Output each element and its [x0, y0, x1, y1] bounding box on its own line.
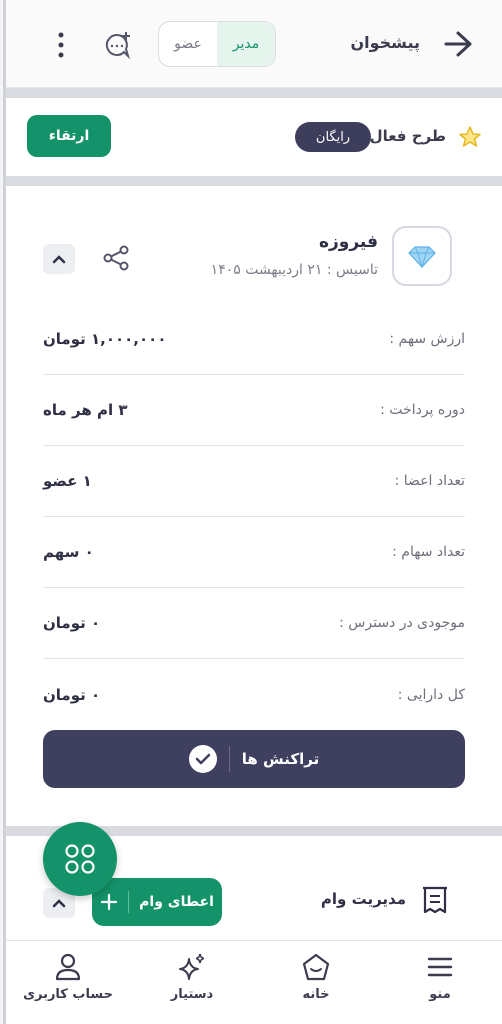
bottom-nav: منو خانه دستیار حساب کاربری [6, 940, 502, 1024]
detail-value: ۳ ام هر ماه [43, 401, 128, 419]
nav-item-account[interactable]: حساب کاربری [6, 941, 130, 1024]
role-toggle[interactable]: عضو مدیر [158, 21, 276, 67]
nav-label: حساب کاربری [23, 987, 113, 1002]
detail-row: کل دارایی : ۰ تومان [43, 659, 465, 730]
more-vertical-icon[interactable] [51, 30, 71, 60]
page-title: پیشخوان [350, 33, 420, 52]
star-icon [459, 126, 481, 147]
loan-management-label: مدیریت وام [320, 890, 406, 908]
grid-icon [65, 844, 95, 874]
detail-value: ۱ عضو [43, 472, 92, 490]
detail-row: موجودی در دسترس : ۰ تومان [43, 588, 465, 659]
sparkle-icon [179, 953, 205, 980]
divider [128, 891, 130, 913]
detail-row: ارزش سهم : ۱,۰۰۰,۰۰۰ تومان [43, 304, 465, 375]
chevron-up-icon [52, 255, 66, 264]
chevron-up-icon [52, 899, 66, 908]
nav-item-assistant[interactable]: دستیار [130, 941, 254, 1024]
nav-item-home[interactable]: خانه [254, 941, 378, 1024]
user-icon [55, 953, 81, 981]
nav-item-menu[interactable]: منو [378, 941, 502, 1024]
nav-label: منو [429, 987, 451, 1002]
fund-name: فیروزه [318, 232, 378, 252]
active-plan-bar: طرح فعال رایگان ارتقاء [6, 98, 502, 176]
give-loan-button[interactable]: اعطای وام [92, 878, 222, 926]
detail-label: موجودی در دسترس : [339, 615, 465, 631]
check-icon [188, 745, 217, 773]
diamond-icon [408, 246, 436, 269]
fund-card: فیروزه تاسیس : ۲۱ اردیبهشت ۱۴۰۵ ارزش سهم… [6, 186, 502, 826]
detail-label: تعداد اعضا : [394, 473, 465, 489]
tab-member[interactable]: عضو [159, 22, 217, 66]
detail-label: کل دارایی : [397, 686, 465, 703]
app-screen: پیشخوان عضو مدیر طرح فعال رایگان ارتقاء … [3, 0, 502, 1024]
give-loan-label: اعطای وام [139, 894, 214, 910]
detail-value: ۰ سهم [43, 543, 94, 561]
collapse-button[interactable] [43, 244, 75, 274]
nav-label: دستیار [170, 987, 214, 1002]
plan-label: طرح فعال [369, 127, 446, 145]
receipt-icon [423, 886, 447, 914]
transactions-label: تراکنش ها [241, 750, 320, 768]
plan-badge: رایگان [295, 122, 371, 152]
detail-label: تعداد سهام : [392, 544, 465, 560]
apps-fab-button[interactable] [43, 822, 117, 896]
nav-label: خانه [302, 987, 330, 1002]
fund-avatar [392, 226, 452, 286]
share-icon[interactable] [102, 244, 130, 272]
detail-row: تعداد اعضا : ۱ عضو [43, 446, 465, 517]
chat-add-icon[interactable] [102, 30, 132, 60]
detail-row: دوره پرداخت : ۳ ام هر ماه [43, 375, 465, 446]
detail-value: ۰ تومان [43, 614, 101, 632]
detail-value: ۰ تومان [43, 685, 101, 704]
divider [228, 746, 230, 772]
home-icon [302, 953, 330, 981]
detail-label: دوره پرداخت : [380, 402, 465, 418]
arrow-right-icon[interactable] [442, 30, 474, 58]
top-bar: پیشخوان عضو مدیر [6, 0, 502, 88]
menu-icon [427, 957, 453, 977]
plus-icon [101, 893, 118, 911]
detail-label: ارزش سهم : [389, 331, 465, 347]
upgrade-button[interactable]: ارتقاء [27, 115, 111, 157]
fund-founded-date: تاسیس : ۲۱ اردیبهشت ۱۴۰۵ [210, 262, 378, 278]
detail-value: ۱,۰۰۰,۰۰۰ تومان [43, 330, 167, 348]
tab-admin[interactable]: مدیر [217, 22, 275, 66]
fund-details: ارزش سهم : ۱,۰۰۰,۰۰۰ تومان دوره پرداخت :… [43, 304, 465, 730]
detail-row: تعداد سهام : ۰ سهم [43, 517, 465, 588]
transactions-button[interactable]: تراکنش ها [43, 730, 465, 788]
